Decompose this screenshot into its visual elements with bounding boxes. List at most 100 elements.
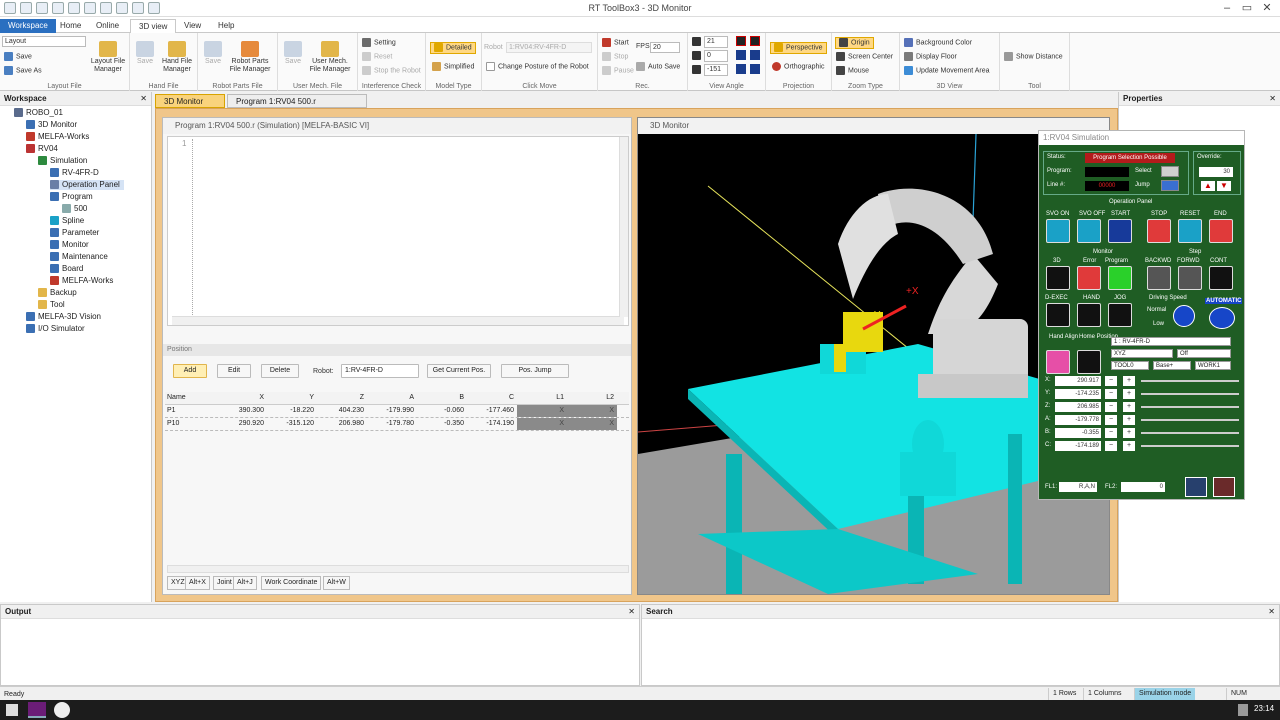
table-row[interactable]: P1 390.300 -18.220 404.230 -179.990 -0.060 -17… [165,405,629,418]
jog-plus-icon[interactable]: + [1123,441,1135,451]
hand-save-button[interactable]: Save [134,41,156,66]
browser-task-icon[interactable] [54,702,70,718]
pen-icon[interactable] [1238,704,1248,716]
auto-save-button[interactable]: Auto Save [648,63,680,70]
detailed-button[interactable]: Detailed [446,44,472,51]
3d-monitor-button[interactable] [1046,266,1070,290]
quick-save-icon[interactable] [20,2,32,14]
quick-tile-icon[interactable] [100,2,112,14]
jog-plus-icon[interactable]: + [1123,376,1135,386]
tree-item[interactable]: MELFA-Works [26,132,89,142]
rec-pause-button[interactable]: Pause [614,67,634,74]
jog-plus-icon[interactable]: + [1123,389,1135,399]
quick-open-icon[interactable] [36,2,48,14]
doc-tab-program[interactable]: Program 1:RV04 500.r (Simulatio... [227,94,367,120]
hand-file-manager-button[interactable]: Hand File Manager [158,41,196,74]
tree-item[interactable]: Monitor [50,240,89,250]
perspective-button[interactable]: Perspective [786,44,823,51]
tree-item[interactable]: MELFA-Works [50,276,113,286]
layout-save-as-button[interactable]: Save As [16,67,42,74]
jog-slider[interactable] [1141,445,1239,447]
angle-y-input[interactable]: 0 [704,50,728,62]
setting-button[interactable]: Setting [374,39,396,46]
svo-off-button[interactable] [1077,219,1101,243]
robot-parts-file-manager-button[interactable]: Robot Parts File Manager [226,41,274,74]
step-forward-button[interactable] [1178,266,1202,290]
jog-tool-select[interactable]: TOOL0 [1111,361,1149,370]
tree-item[interactable]: 500 [62,204,87,214]
step-backward-button[interactable] [1147,266,1171,290]
tree-item[interactable]: I/O Simulator [26,324,85,334]
panel-close-icon[interactable]: ✕ [140,92,147,106]
start-button[interactable] [1108,219,1132,243]
stop-robot-button[interactable]: Stop the Robot [374,67,421,74]
jog-minus-icon[interactable]: − [1105,389,1117,399]
layout-file-manager-button[interactable]: Layout File Manager [88,41,128,74]
cursor-icon[interactable] [1213,477,1235,497]
jog-slider[interactable] [1141,432,1239,434]
view-top-icon[interactable] [736,64,746,74]
orthographic-button[interactable]: Orthographic [784,63,824,70]
view-front-icon[interactable] [736,36,746,46]
add-button[interactable]: Add [173,364,207,378]
jog-slider[interactable] [1141,380,1239,382]
jog-robot-select[interactable]: 1 : RV-4FR-D [1111,337,1231,346]
reset-button[interactable]: Reset [374,53,392,60]
get-current-pos-button[interactable]: Get Current Pos. [427,364,491,378]
layout-select[interactable]: Layout [2,36,86,47]
jog-work-select[interactable]: WORK1 [1195,361,1231,370]
coord-tab[interactable]: Alt+W [323,576,350,590]
stop-button[interactable] [1147,219,1171,243]
tab-workspace[interactable]: Workspace [0,19,56,33]
d-exec-button[interactable] [1046,303,1070,327]
origin-button[interactable]: Origin [851,39,870,46]
jog-slider[interactable] [1141,406,1239,408]
display-floor-button[interactable]: Display Floor [916,53,957,60]
quick-columns-icon[interactable] [116,2,128,14]
user-mech-file-manager-button[interactable]: User Mech. File Manager [306,41,354,74]
angle-z-input[interactable]: -151 [704,64,728,76]
jog-minus-icon[interactable]: − [1105,402,1117,412]
tab-home[interactable]: Home [52,19,89,33]
tree-item[interactable]: Spline [50,216,84,226]
override-up-icon[interactable]: ▲ [1201,181,1215,191]
editor-vscrollbar[interactable] [619,137,628,317]
doc-tab-3d-monitor[interactable]: 3D Monitor [155,94,225,108]
tree-item[interactable]: Backup [38,288,77,298]
layout-save-button[interactable]: Save [16,53,32,60]
tree-item[interactable]: Operation Panel [50,180,124,190]
minimize-icon[interactable]: – [1218,1,1236,15]
hand-align-button[interactable] [1046,350,1070,374]
jog-plus-icon[interactable]: + [1123,402,1135,412]
error-monitor-button[interactable] [1077,266,1101,290]
robot-select[interactable]: 1:RV04:RV-4FR-D [506,42,592,53]
screen-center-button[interactable]: Screen Center [848,53,893,60]
end-button[interactable] [1209,219,1233,243]
view-bottom-icon[interactable] [750,64,760,74]
jog-minus-icon[interactable]: − [1105,428,1117,438]
rt-toolbox-task-icon[interactable] [28,702,46,718]
quick-layout-icon[interactable] [132,2,144,14]
jog-slider[interactable] [1141,419,1239,421]
program-monitor-button[interactable] [1108,266,1132,290]
close-icon[interactable]: ✕ [1258,1,1276,15]
hand-button[interactable] [1077,303,1101,327]
select-program-icon[interactable] [1161,166,1179,177]
view-back-icon[interactable] [750,36,760,46]
step-continue-button[interactable] [1209,266,1233,290]
automatic-mode-icon[interactable] [1209,307,1235,329]
jog-plus-icon[interactable]: + [1123,415,1135,425]
background-color-button[interactable]: Background Color [916,39,972,46]
jog-base-select[interactable]: Base+ [1153,361,1191,370]
coord-tab[interactable]: Alt+J [233,576,257,590]
jog-minus-icon[interactable]: − [1105,441,1117,451]
table-row[interactable]: P10 290.920 -315.120 206.980 -179.780 -0.350 -… [165,418,629,431]
angle-x-input[interactable]: 21 [704,36,728,48]
tree-item[interactable]: Program [50,192,93,202]
view-right-icon[interactable] [750,50,760,60]
pos-jump-button[interactable]: Pos. Jump [501,364,569,378]
jog-button[interactable] [1108,303,1132,327]
coord-tab[interactable]: Alt+X [185,576,210,590]
tree-item[interactable]: Parameter [50,228,99,238]
show-distance-button[interactable]: Show Distance [1016,53,1063,60]
